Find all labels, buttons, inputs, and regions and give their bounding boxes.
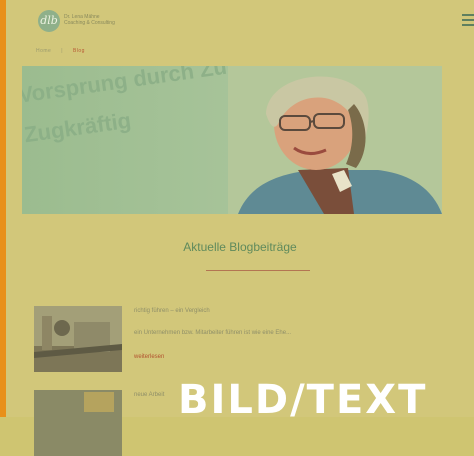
logo-line-tagline: Coaching & Consulting: [64, 20, 115, 26]
section-title: Aktuelle Blogbeiträge: [183, 240, 297, 254]
breadcrumb: Home | Blog: [36, 48, 85, 54]
breadcrumb-current: Blog: [72, 48, 85, 54]
breadcrumb-home-link[interactable]: Home: [36, 48, 51, 54]
blog-post[interactable]: richtig führen – ein Vergleich ein Unter…: [34, 306, 334, 376]
read-more-link[interactable]: weiterlesen: [134, 354, 164, 360]
post-excerpt: ein Unternehmen bzw. Mitarbeiter führen …: [134, 330, 292, 336]
site-header: dlb Dr. Lena Mähne Coaching & Consulting: [6, 0, 474, 40]
post-title[interactable]: neue Arbeit: [134, 392, 164, 398]
post-title[interactable]: richtig führen – ein Vergleich: [134, 308, 210, 314]
hero-portrait-image: [228, 66, 442, 214]
breadcrumb-separator: |: [61, 48, 64, 54]
logo-text[interactable]: Dr. Lena Mähne Coaching & Consulting: [64, 14, 144, 26]
section-divider: [206, 270, 310, 271]
hero-banner: Vorsprung durch Zufriedenheit Zugkräftig: [22, 66, 442, 214]
post-thumbnail-image[interactable]: [34, 390, 122, 456]
post-thumbnail-image[interactable]: [34, 306, 122, 372]
hamburger-menu-icon[interactable]: [462, 14, 474, 26]
logo-mark[interactable]: dlb: [38, 10, 60, 32]
page: dlb Dr. Lena Mähne Coaching & Consulting…: [6, 0, 474, 456]
